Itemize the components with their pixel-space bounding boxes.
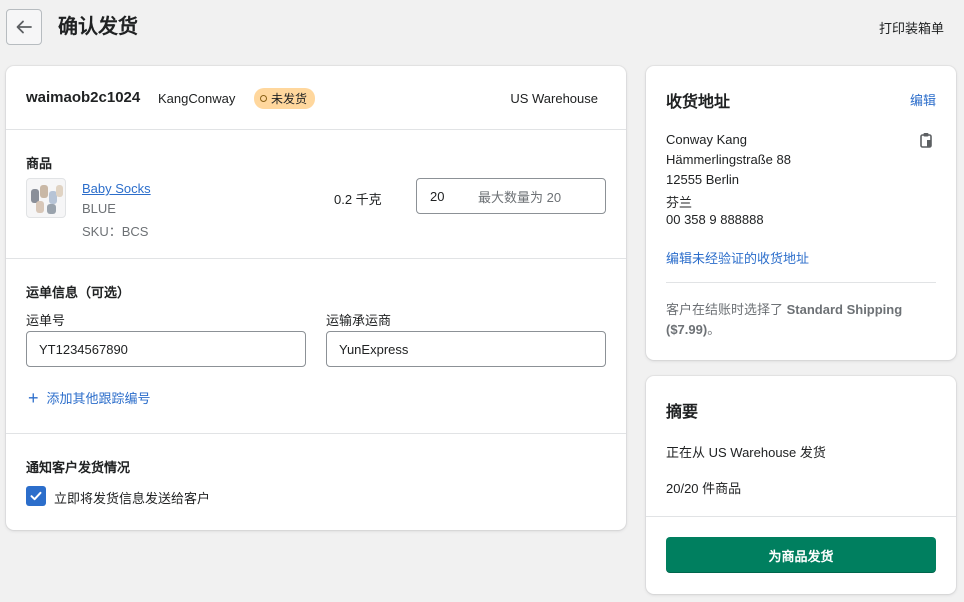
carrier-value: YunExpress (339, 341, 409, 357)
add-tracking-number-button[interactable]: + 添加其他跟踪编号 (28, 388, 151, 407)
top-bar: 确认发货 打印装箱单 (0, 0, 964, 54)
divider (666, 282, 936, 283)
summary-item-count: 20/20 件商品 (666, 481, 742, 496)
carrier-select[interactable]: YunExpress (326, 331, 606, 367)
quantity-value: 20 (430, 188, 445, 204)
carrier-label: 运输承运商 (326, 313, 392, 328)
tracking-number-input[interactable]: YT1234567890 (26, 331, 306, 367)
product-thumbnail (26, 178, 66, 218)
divider (6, 129, 626, 130)
edit-address-link[interactable]: 编辑 (910, 90, 936, 109)
status-dot-icon (260, 95, 267, 102)
edit-unverified-address-link[interactable]: 编辑未经验证的收货地址 (666, 248, 809, 267)
warehouse-label: US Warehouse (510, 91, 598, 106)
tracking-number-label: 运单号 (26, 313, 66, 328)
fulfill-items-button[interactable]: 为商品发货 (666, 537, 936, 573)
plus-icon: + (28, 387, 39, 408)
copy-icon[interactable] (918, 132, 934, 151)
shipping-method-price: ($7.99) (666, 322, 708, 337)
divider (6, 258, 626, 259)
shipping-note-suffix: 。 (707, 322, 721, 337)
product-weight: 0.2 千克 (334, 192, 382, 207)
shipping-method-name: Standard Shipping (786, 302, 903, 317)
address-line: Conway Kang (666, 132, 747, 147)
status-badge: 未发货 (254, 88, 316, 109)
socks-image-icon (31, 185, 63, 214)
notify-customer-checkbox[interactable] (26, 486, 46, 506)
fulfillment-card: waimaob2c1024 KangConway 未发货 US Warehous… (6, 66, 626, 530)
product-variant: BLUE (82, 201, 116, 216)
checkmark-icon (30, 491, 42, 501)
divider (646, 516, 956, 517)
summary-card-title: 摘要 (666, 404, 699, 421)
back-button[interactable] (6, 9, 42, 45)
status-badge-label: 未发货 (271, 92, 308, 106)
tracking-number-value: YT1234567890 (39, 341, 128, 357)
quantity-input[interactable]: 20 最大数量为 20 (416, 178, 606, 214)
quantity-max-hint: 最大数量为 20 (478, 189, 562, 205)
product-sku: SKU：BCS (82, 224, 149, 239)
page-title: 确认发货 (58, 16, 138, 38)
product-name-link[interactable]: Baby Socks (82, 181, 151, 196)
print-packing-slip-link[interactable]: 打印装箱单 (879, 18, 944, 37)
notify-customer-label[interactable]: 立即将发货信息发送给客户 (54, 488, 210, 507)
arrow-left-icon (16, 20, 32, 34)
summary-ship-from: 正在从 US Warehouse 发货 (666, 445, 826, 460)
add-tracking-label: 添加其他跟踪编号 (46, 391, 151, 406)
tracking-section-title: 运单信息（可选） (26, 285, 131, 300)
address-line: 00 358 9 888888 (666, 212, 764, 227)
customer-name: KangConway (158, 91, 236, 106)
summary-card: 摘要 正在从 US Warehouse 发货 20/20 件商品 为商品发货 (646, 376, 956, 594)
address-line: Hämmerlingstraße 88 (666, 152, 791, 167)
products-section-title: 商品 (26, 156, 53, 171)
notify-section-title: 通知客户发货情况 (26, 460, 131, 475)
address-card-title: 收货地址 (666, 94, 731, 111)
address-line: 芬兰 (666, 195, 693, 210)
address-line: 12555 Berlin (666, 172, 739, 187)
order-id: waimaob2c1024 (26, 89, 141, 106)
shipping-method-note: 客户在结账时选择了 Standard Shipping ($7.99)。 (666, 300, 936, 340)
shipping-address-card: 收货地址 编辑 Conway Kang Hämmerlingstraße 88 … (646, 66, 956, 360)
shipping-note-prefix: 客户在结账时选择了 (666, 302, 787, 317)
divider (6, 433, 626, 434)
